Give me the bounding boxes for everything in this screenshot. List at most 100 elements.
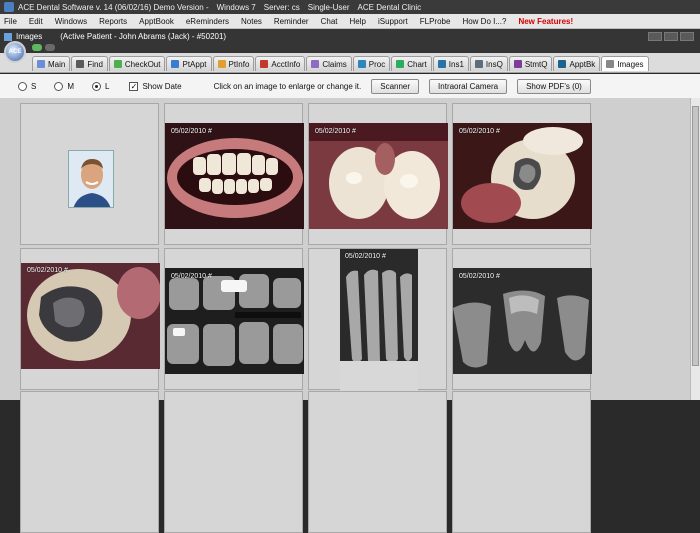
menu-edit[interactable]: Edit	[29, 17, 43, 26]
tab-insq[interactable]: InsQ	[469, 56, 508, 71]
main-tab-icon	[37, 60, 45, 68]
acctinfo-tab-icon	[260, 60, 269, 68]
tab-images[interactable]: Images	[601, 56, 649, 71]
vertical-scrollbar[interactable]	[690, 98, 700, 400]
intraoral-camera-button[interactable]: Intraoral Camera	[429, 78, 508, 94]
find-tab-icon	[76, 60, 85, 68]
image-date: 05/02/2010 #	[27, 267, 68, 274]
ins1-tab-icon	[437, 60, 446, 68]
menu-reports[interactable]: Reports	[99, 17, 127, 26]
image-tile[interactable]: 05/02/2010 #	[308, 103, 448, 245]
tab-chart[interactable]: Chart	[391, 56, 432, 71]
tab-acctinfo[interactable]: AcctInfo	[255, 56, 306, 71]
menu-flprobe[interactable]: FLProbe	[420, 17, 451, 26]
tab-label: PtAppt	[182, 59, 207, 69]
menu-reminder[interactable]: Reminder	[274, 17, 309, 26]
show-pdfs-button[interactable]: Show PDF's (0)	[517, 78, 591, 94]
image-tile[interactable]: 05/02/2010 #	[452, 248, 592, 390]
ace-logo-icon[interactable]: ACE	[4, 41, 26, 63]
image-date: 05/02/2010 #	[345, 253, 386, 260]
module-tab-strip: ACE Main Find CheckOut PtAppt PtInfo AcctInfo…	[0, 41, 700, 73]
window-header: Images (Active Patient - John Abrams (Ja…	[0, 29, 700, 53]
tab-label: Main	[48, 59, 66, 69]
image-grid: 05/02/2010 # 05/02/2010 # 05/02/2010 # 0…	[0, 98, 700, 533]
size-s-radio[interactable]: S	[18, 81, 36, 91]
tab-proc[interactable]: Proc	[352, 56, 391, 71]
size-l-radio[interactable]: L	[92, 81, 110, 91]
molar-xray	[453, 268, 592, 374]
close-button[interactable]	[680, 32, 694, 41]
image-tile[interactable]	[20, 391, 159, 533]
menu-apptbook[interactable]: ApptBook	[139, 17, 174, 26]
tab-main[interactable]: Main	[32, 56, 71, 71]
tab-claims[interactable]: Claims	[306, 56, 352, 71]
menu-how-do-i[interactable]: How Do I...?	[462, 17, 506, 26]
tab-label: Find	[87, 59, 103, 69]
tab-stmtq[interactable]: StmtQ	[508, 56, 553, 71]
amalgam-photo	[21, 263, 160, 369]
menu-notes[interactable]: Notes	[241, 17, 262, 26]
menu-isupport[interactable]: iSupport	[378, 17, 408, 26]
mode-label: Single-User	[307, 2, 350, 12]
checkout-tab-icon	[113, 60, 122, 68]
ptappt-tab-icon	[171, 60, 180, 68]
image-tile[interactable]	[308, 391, 447, 533]
image-tile[interactable]	[164, 391, 303, 533]
radio-selected-icon	[92, 81, 102, 91]
images-window-icon	[4, 32, 12, 41]
tab-apptbk[interactable]: ApptBk	[553, 56, 601, 71]
menu-ereminders[interactable]: eReminders	[186, 17, 229, 26]
status-pill-icon[interactable]	[32, 44, 42, 51]
image-date: 05/02/2010 #	[171, 128, 212, 135]
menu-chat[interactable]: Chat	[321, 17, 338, 26]
maximize-button[interactable]	[664, 32, 678, 41]
os-label: Windows 7	[216, 2, 256, 12]
menu-windows[interactable]: Windows	[55, 17, 87, 26]
smile-photo	[165, 123, 304, 229]
tab-label: ApptBk	[569, 59, 596, 69]
bitewing-xray	[165, 268, 304, 374]
server-label: Server: cs	[263, 2, 300, 12]
menu-file[interactable]: File	[4, 17, 17, 26]
window-status-pills	[32, 44, 55, 51]
apptbk-tab-icon	[558, 60, 567, 68]
active-patient-label: (Active Patient - John Abrams (Jack) - #…	[60, 32, 227, 41]
tab-label: Chart	[407, 59, 427, 69]
status-pill-icon[interactable]	[45, 44, 55, 51]
image-tile[interactable]	[20, 103, 159, 245]
minimize-button[interactable]	[648, 32, 662, 41]
image-tile[interactable]: 05/02/2010 #	[308, 248, 447, 391]
menu-new-features[interactable]: New Features!	[518, 17, 573, 26]
image-date: 05/02/2010 #	[459, 273, 500, 280]
menu-help[interactable]: Help	[350, 17, 366, 26]
intraoral-photo	[309, 123, 448, 229]
image-tile[interactable]: 05/02/2010 #	[164, 248, 304, 390]
image-tile[interactable]: 05/02/2010 #	[20, 248, 160, 390]
tab-ptinfo[interactable]: PtInfo	[212, 56, 255, 71]
module-tabs: Main Find CheckOut PtAppt PtInfo AcctInfo Clai…	[32, 56, 650, 71]
image-date: 05/02/2010 #	[459, 128, 500, 135]
insq-tab-icon	[474, 60, 483, 68]
clinic-label: ACE Dental Clinic	[357, 2, 422, 12]
tab-find[interactable]: Find	[71, 56, 108, 71]
claims-tab-icon	[311, 60, 320, 68]
window-title-row: Images (Active Patient - John Abrams (Ja…	[4, 32, 244, 41]
size-l-label: L	[105, 81, 110, 91]
image-tile[interactable]: 05/02/2010 #	[164, 103, 304, 245]
tab-checkout[interactable]: CheckOut	[108, 56, 166, 71]
show-date-label: Show Date	[142, 81, 182, 91]
scrollbar-thumb[interactable]	[692, 106, 699, 366]
tab-label: Proc	[368, 59, 386, 69]
image-tile[interactable]	[452, 391, 591, 533]
tab-label: StmtQ	[524, 59, 548, 69]
show-date-checkbox[interactable]: ✓ Show Date	[129, 81, 182, 91]
instruction-text: Click on an image to enlarge or change i…	[213, 81, 362, 91]
size-m-radio[interactable]: M	[54, 81, 74, 91]
image-date: 05/02/2010 #	[171, 273, 212, 280]
scanner-button[interactable]: Scanner	[371, 78, 420, 94]
tab-ptappt[interactable]: PtAppt	[166, 56, 212, 71]
tab-ins1[interactable]: Ins1	[432, 56, 469, 71]
image-tile[interactable]: 05/02/2010 #	[452, 103, 592, 245]
patient-portrait	[68, 150, 114, 208]
periapical-xray	[340, 249, 418, 391]
